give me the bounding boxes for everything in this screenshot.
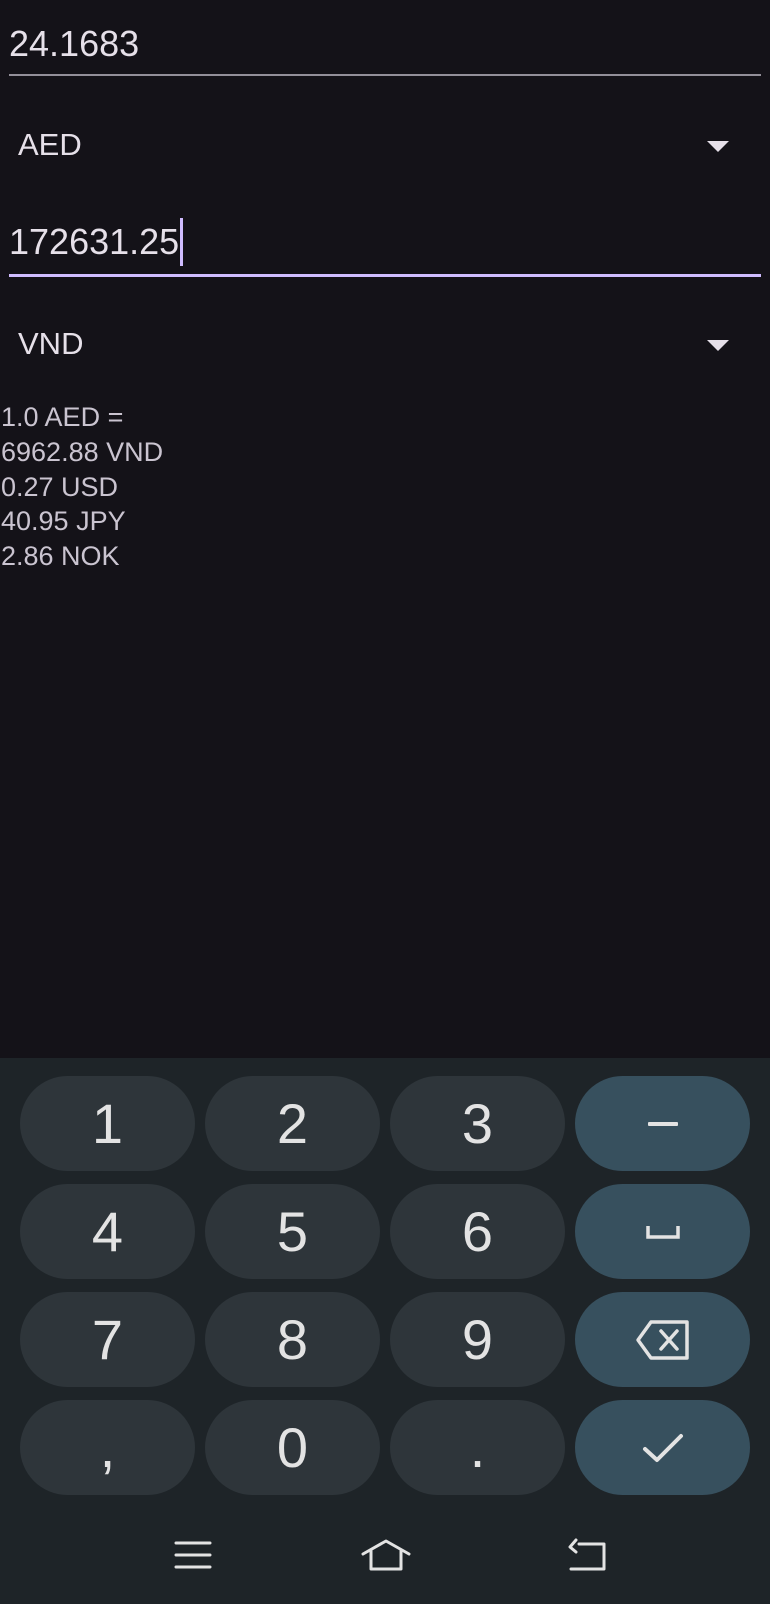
check-icon	[642, 1433, 683, 1462]
to-amount-field[interactable]: 172631.25	[9, 218, 761, 277]
key-1[interactable]: 1	[20, 1076, 195, 1171]
key-period[interactable]: .	[390, 1400, 565, 1495]
minus-icon	[647, 1121, 678, 1126]
menu-button[interactable]	[153, 1505, 233, 1604]
key-6[interactable]: 6	[390, 1184, 565, 1279]
backspace-icon	[635, 1319, 689, 1360]
rate-line: 2.86 NOK	[1, 541, 120, 572]
key-0[interactable]: 0	[205, 1400, 380, 1495]
back-button[interactable]	[547, 1505, 627, 1604]
key-comma[interactable]: ,	[20, 1400, 195, 1495]
menu-icon	[174, 1541, 212, 1568]
space-key[interactable]	[575, 1184, 750, 1279]
back-icon	[568, 1538, 606, 1570]
to-currency-label: VND	[18, 326, 84, 361]
rate-line: 0.27 USD	[1, 471, 119, 502]
rate-base: 1.0 AED =	[1, 402, 124, 432]
key-9[interactable]: 9	[390, 1292, 565, 1387]
key-3[interactable]: 3	[390, 1076, 565, 1171]
to-amount-value: 172631.25	[9, 221, 180, 262]
to-currency-dropdown[interactable]: VND	[0, 309, 770, 379]
from-amount-field[interactable]: 24.1683	[9, 22, 761, 76]
from-currency-label: AED	[18, 127, 82, 162]
from-amount-value: 24.1683	[9, 23, 140, 64]
rate-line: 6962.88 VND	[1, 436, 164, 467]
home-icon	[361, 1539, 411, 1570]
from-currency-dropdown[interactable]: AED	[0, 110, 770, 180]
exchange-rates: 1.0 AED = 6962.88 VND 0.27 USD 40.95 JPY…	[1, 400, 163, 574]
backspace-key[interactable]	[575, 1292, 750, 1387]
system-navigation-bar	[0, 1505, 770, 1604]
space-icon	[645, 1225, 680, 1239]
key-4[interactable]: 4	[20, 1184, 195, 1279]
text-cursor	[180, 218, 184, 266]
rate-line: 40.95 JPY	[1, 506, 126, 537]
key-2[interactable]: 2	[205, 1076, 380, 1171]
dropdown-arrow-icon	[707, 141, 729, 152]
key-7[interactable]: 7	[20, 1292, 195, 1387]
dropdown-arrow-icon	[707, 340, 729, 351]
minus-key[interactable]	[575, 1076, 750, 1171]
home-button[interactable]	[346, 1505, 426, 1604]
key-5[interactable]: 5	[205, 1184, 380, 1279]
done-key[interactable]	[575, 1400, 750, 1495]
key-8[interactable]: 8	[205, 1292, 380, 1387]
